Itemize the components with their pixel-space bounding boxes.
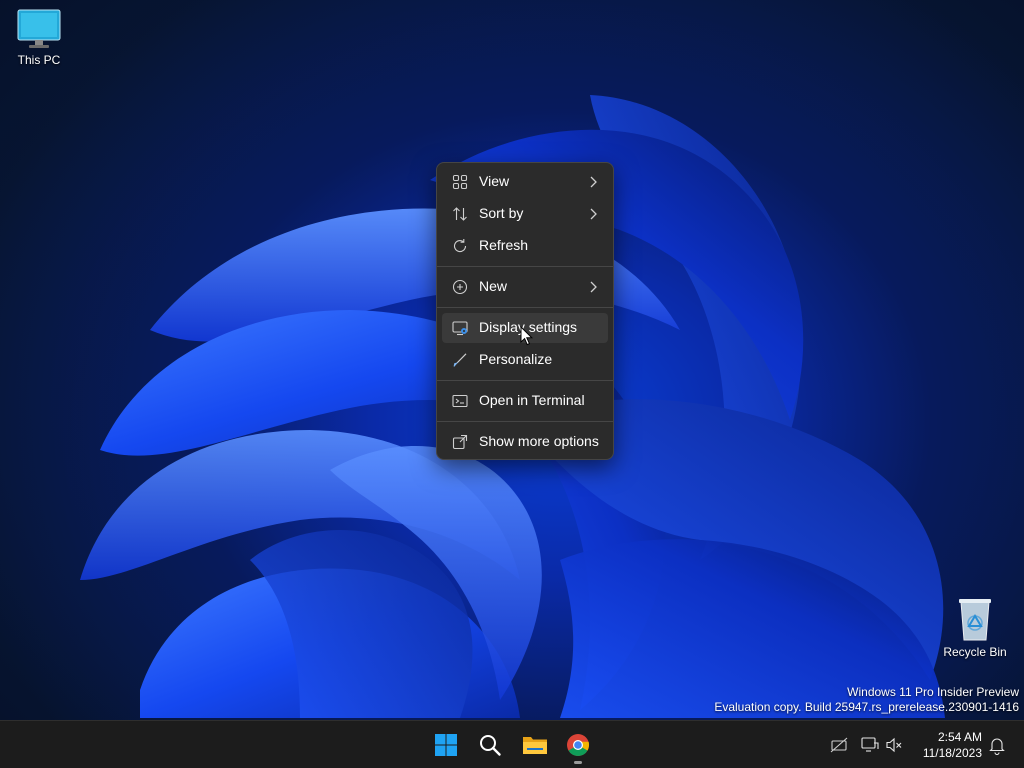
display-settings-icon xyxy=(452,321,468,336)
desktop-icon-recycle-bin[interactable]: Recycle Bin xyxy=(935,596,1015,659)
desktop[interactable]: This PC Recycle Bin Windows 11 Pro Insid… xyxy=(0,0,1024,720)
chrome-icon xyxy=(567,734,590,756)
menu-separator xyxy=(437,307,613,308)
menu-item-open-in-terminal[interactable]: Open in Terminal xyxy=(442,386,608,416)
menu-item-label: View xyxy=(479,173,510,189)
terminal-icon xyxy=(452,394,468,408)
watermark-build: Evaluation copy. Build 25947.rs_prerelea… xyxy=(714,700,1019,714)
desktop-icon-label: Recycle Bin xyxy=(943,645,1007,659)
desktop-icon-label: This PC xyxy=(17,53,61,67)
menu-separator xyxy=(437,380,613,381)
menu-separator xyxy=(437,266,613,267)
notification-bell-icon[interactable] xyxy=(987,735,1007,755)
menu-item-personalize[interactable]: Personalize xyxy=(442,345,608,375)
menu-item-label: Refresh xyxy=(479,237,529,253)
desktop-icon-this-pc[interactable]: This PC xyxy=(0,8,79,67)
menu-item-refresh[interactable]: Refresh xyxy=(442,231,608,261)
chrome-button[interactable] xyxy=(558,725,598,765)
menu-item-label: Personalize xyxy=(479,351,553,367)
menu-item-view[interactable]: View xyxy=(442,167,608,197)
display-icon[interactable] xyxy=(860,735,880,755)
taskbar: 2:54 AM 11/18/2023 xyxy=(0,720,1024,768)
monitor-icon xyxy=(17,9,61,48)
folder-icon xyxy=(523,737,547,754)
mouse-pointer-icon xyxy=(520,326,534,346)
file-explorer-button[interactable] xyxy=(514,725,554,765)
menu-item-show-more-options[interactable]: Show more options xyxy=(442,427,608,457)
windows-logo-icon xyxy=(435,734,457,756)
menu-item-new[interactable]: New xyxy=(442,272,608,302)
menu-item-sort-by[interactable]: Sort by xyxy=(442,199,608,229)
chevron-right-icon xyxy=(590,281,597,293)
recycle-bin-icon xyxy=(959,599,991,641)
more-options-icon xyxy=(452,434,468,450)
menu-item-label: New xyxy=(479,278,508,294)
menu-item-label: Show more options xyxy=(479,433,599,449)
clock-time: 2:54 AM xyxy=(937,730,982,744)
taskbar-clock[interactable]: 2:54 AM 11/18/2023 xyxy=(912,729,982,761)
refresh-icon xyxy=(453,239,467,253)
clock-date: 11/18/2023 xyxy=(922,746,982,760)
menu-item-label: Sort by xyxy=(479,205,524,221)
menu-separator xyxy=(437,421,613,422)
grid-view-icon xyxy=(452,174,468,190)
sort-arrows-icon xyxy=(453,207,467,221)
menu-item-label: Open in Terminal xyxy=(479,392,585,408)
start-button[interactable] xyxy=(426,725,466,765)
chevron-right-icon xyxy=(590,208,597,220)
volume-muted-icon[interactable] xyxy=(884,735,904,755)
desktop-context-menu: View Sort by Refresh New Display setting… xyxy=(436,162,614,460)
search-icon xyxy=(480,735,501,756)
running-indicator xyxy=(574,761,582,764)
plus-circle-icon xyxy=(452,279,468,295)
brush-icon xyxy=(453,353,467,367)
search-button[interactable] xyxy=(470,725,510,765)
evaluation-watermark: Windows 11 Pro Insider Preview Evaluatio… xyxy=(714,685,1019,715)
watermark-edition: Windows 11 Pro Insider Preview xyxy=(847,685,1019,699)
chevron-right-icon xyxy=(590,176,597,188)
network-disconnected-icon[interactable] xyxy=(829,735,849,755)
